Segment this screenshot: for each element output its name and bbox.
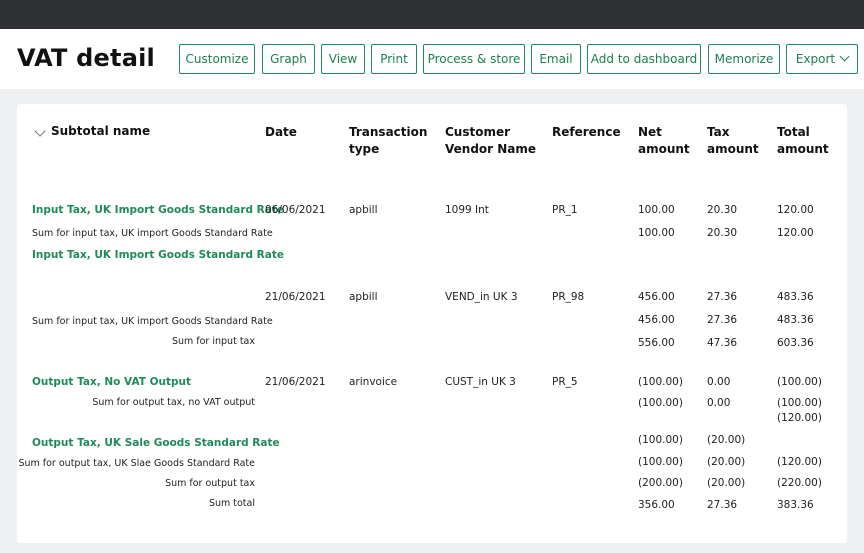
cell-type: arinvoice: [349, 376, 398, 388]
header-line: Total: [777, 125, 810, 139]
page-title: VAT detail: [17, 44, 155, 72]
cell-net: (100.00): [638, 456, 683, 468]
page-header: VAT detail Customize Graph View Print Pr…: [0, 29, 864, 89]
cell-ref: PR_98: [552, 291, 585, 303]
header-line: amount: [777, 142, 829, 156]
report-panel: Subtotal name Date Transaction type Custo…: [17, 104, 847, 543]
header-line: Transaction: [349, 125, 428, 139]
chevron-down-icon: [839, 51, 850, 62]
cell-tax: 20.30: [707, 227, 738, 239]
cell-tax: 20.30: [707, 204, 738, 216]
export-button[interactable]: Export: [786, 44, 858, 74]
subtotal-label: Sum for output tax, no VAT output: [92, 397, 255, 408]
grand-total-label: Sum total: [208, 498, 255, 509]
header-line: Net: [638, 125, 662, 139]
cell-tax: 47.36: [707, 337, 738, 349]
cell-type: apbill: [349, 204, 378, 216]
subtotal-label: Sum for output tax, UK Slae Goods Standa…: [18, 458, 255, 469]
col-total-amount[interactable]: Total amount: [777, 124, 829, 158]
cell-tax: 0.00: [707, 376, 731, 388]
group-link[interactable]: Input Tax, UK Import Goods Standard Rate: [32, 203, 284, 217]
cell-name: 1099 Int: [445, 204, 489, 216]
header-line: type: [349, 142, 380, 156]
email-button[interactable]: Email: [531, 44, 581, 74]
cell-tax: 0.00: [707, 397, 731, 409]
header-line: amount: [707, 142, 759, 156]
cell-tax: (20.00): [707, 456, 746, 468]
cell-total: 383.36: [777, 499, 814, 511]
header-line: Customer: [445, 125, 511, 139]
cell-net: 100.00: [638, 227, 675, 239]
graph-button[interactable]: Graph: [262, 44, 315, 74]
cell-net: 356.00: [638, 499, 675, 511]
header-line: Tax: [707, 125, 730, 139]
cell-tax: 27.36: [707, 314, 738, 326]
memorize-button[interactable]: Memorize: [708, 44, 780, 74]
cell-ref: PR_1: [552, 204, 578, 216]
cell-ref: PR_5: [552, 376, 578, 388]
cell-total: 483.36: [777, 314, 814, 326]
header-line: Vendor Name: [445, 142, 537, 156]
cell-total: 120.00: [777, 227, 814, 239]
cell-total: 603.36: [777, 337, 814, 349]
customize-button[interactable]: Customize: [179, 44, 255, 74]
cell-total: (120.00): [777, 456, 822, 468]
col-net-amount[interactable]: Net amount: [638, 124, 690, 158]
cell-net: 456.00: [638, 314, 675, 326]
cell-date: 21/06/2021: [265, 376, 326, 388]
subtotal-label: Sum for input tax: [171, 336, 255, 347]
subtotal-label: Sum for input tax, UK import Goods Stand…: [32, 316, 273, 327]
add-to-dashboard-button[interactable]: Add to dashboard: [587, 44, 701, 74]
cell-type: apbill: [349, 291, 378, 303]
cell-total: 120.00: [777, 204, 814, 216]
cell-tax: 27.36: [707, 499, 738, 511]
cell-total: 483.36: [777, 291, 814, 303]
subtotal-label: Sum for output tax: [165, 478, 255, 489]
cell-net: 100.00: [638, 204, 675, 216]
export-label: Export: [795, 52, 836, 66]
print-button[interactable]: Print: [371, 44, 417, 74]
col-reference[interactable]: Reference: [552, 124, 621, 141]
col-customer-vendor[interactable]: Customer Vendor Name: [445, 124, 536, 158]
cell-total: (100.00): [777, 376, 822, 388]
subtotal-label: Sum for input tax, UK import Goods Stand…: [32, 228, 273, 239]
cell-name: CUST_in UK 3: [445, 376, 516, 388]
col-tax-amount[interactable]: Tax amount: [707, 124, 759, 158]
cell-name: VEND_in UK 3: [445, 291, 518, 303]
cell-total: (100.00): [777, 397, 822, 409]
cell-total: (220.00): [777, 477, 822, 489]
cell-date: 06/06/2021: [265, 204, 326, 216]
chevron-down-icon[interactable]: [34, 125, 46, 137]
process-store-button[interactable]: Process & store: [423, 44, 525, 74]
cell-tax: 27.36: [707, 291, 738, 303]
cell-date: 21/06/2021: [265, 291, 326, 303]
group-link[interactable]: Output Tax, No VAT Output: [32, 375, 191, 389]
col-subtotal-name[interactable]: Subtotal name: [51, 123, 150, 140]
cell-net: 456.00: [638, 291, 675, 303]
cell-net: (100.00): [638, 434, 683, 446]
cell-total: (120.00): [777, 412, 822, 424]
cell-net: 556.00: [638, 337, 675, 349]
cell-net: (200.00): [638, 477, 683, 489]
top-bar: [0, 0, 864, 29]
col-date[interactable]: Date: [265, 124, 297, 141]
cell-net: (100.00): [638, 397, 683, 409]
cell-net: (100.00): [638, 376, 683, 388]
cell-tax: (20.00): [707, 477, 746, 489]
group-link[interactable]: Input Tax, UK Import Goods Standard Rate: [32, 248, 284, 262]
header-line: amount: [638, 142, 690, 156]
group-link[interactable]: Output Tax, UK Sale Goods Standard Rate: [32, 436, 280, 450]
col-transaction-type[interactable]: Transaction type: [349, 124, 427, 158]
cell-tax: (20.00): [707, 434, 746, 446]
view-button[interactable]: View: [321, 44, 365, 74]
